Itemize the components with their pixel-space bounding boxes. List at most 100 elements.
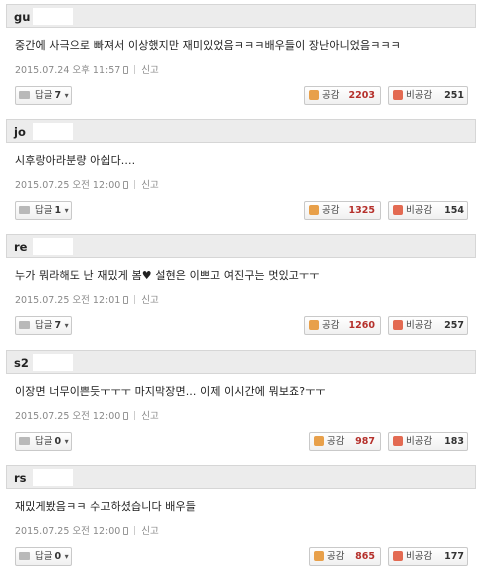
comment-text: 중간에 사극으로 빠져서 이상했지만 재미있었음ㅋㅋㅋ배우들이 장난아니었음ㅋㅋ… [15, 39, 401, 52]
comment-username[interactable]: re [14, 239, 27, 255]
comment-username[interactable]: s2 [14, 355, 29, 371]
comment-item: jo 시후랑아라분량 아쉽다.... 2015.07.25 오전 12:00 신고답글… [6, 119, 476, 225]
dislike-count: 177 [444, 551, 464, 562]
reply-label: 답글 [35, 436, 53, 447]
caret-down-icon: ▾ [62, 91, 69, 100]
meta-divider [134, 65, 136, 74]
reply-label: 답글 [35, 551, 53, 562]
caret-down-icon: ▾ [62, 321, 69, 330]
comment-header: jo [6, 119, 476, 143]
reply-count: 0 [54, 551, 62, 562]
comment-meta: 2015.07.24 오후 11:57 신고 [15, 64, 159, 78]
username-mask [33, 469, 73, 486]
reply-count: 0 [54, 436, 62, 447]
dislike-label: 비공감 [406, 205, 433, 216]
comment-text: 이장면 너무이쁜듯ㅜㅜㅜ 마지막장면... 이제 이시간에 뭐보죠?ㅜㅜ [15, 385, 326, 398]
like-label: 공감 [327, 551, 345, 562]
like-button[interactable]: 공감 2203 [304, 86, 381, 105]
reply-label: 답글 [35, 320, 53, 331]
thumbs-down-icon [393, 551, 403, 561]
username-mask [33, 8, 73, 25]
comment-text: 누가 뭐라해도 난 재밌게 봄♥ 설현은 이쁘고 여진구는 멋있고ㅜㅜ [15, 269, 320, 282]
comment-date: 2015.07.25 오전 12:00 [15, 411, 121, 422]
speech-bubble-icon [19, 552, 30, 560]
comment-meta: 2015.07.25 오전 12:00 신고 [15, 179, 159, 193]
mobile-icon [123, 412, 129, 420]
dislike-count: 251 [444, 90, 464, 101]
like-label: 공감 [327, 436, 345, 447]
like-count: 987 [355, 436, 375, 447]
report-link[interactable]: 신고 [141, 295, 158, 306]
mobile-icon [123, 527, 129, 535]
speech-bubble-icon [19, 437, 30, 445]
caret-down-icon: ▾ [62, 206, 69, 215]
meta-divider [134, 526, 136, 535]
dislike-button[interactable]: 비공감 251 [388, 86, 468, 105]
username-mask [33, 354, 73, 371]
reply-button[interactable]: 답글 0 ▾ [15, 547, 72, 566]
reply-button[interactable]: 답글 7 ▾ [15, 86, 72, 105]
caret-down-icon: ▾ [62, 437, 69, 446]
thumbs-up-icon [314, 551, 324, 561]
comment-item: re 누가 뭐라해도 난 재밌게 봄♥ 설현은 이쁘고 여진구는 멋있고ㅜㅜ 201… [6, 234, 476, 340]
like-count: 1260 [348, 320, 375, 331]
comment-header: rs [6, 465, 476, 489]
thumbs-up-icon [309, 320, 319, 330]
speech-bubble-icon [19, 321, 30, 329]
dislike-count: 257 [444, 320, 464, 331]
dislike-button[interactable]: 비공감 183 [388, 432, 468, 451]
comment-item: gu 중간에 사극으로 빠져서 이상했지만 재미있었음ㅋㅋㅋ배우들이 장난아니었음… [6, 4, 476, 110]
dislike-button[interactable]: 비공감 257 [388, 316, 468, 335]
like-count: 1325 [348, 205, 375, 216]
report-link[interactable]: 신고 [141, 65, 158, 76]
username-mask [33, 123, 73, 140]
report-link[interactable]: 신고 [141, 526, 158, 537]
comment-date: 2015.07.25 오전 12:00 [15, 526, 121, 537]
like-button[interactable]: 공감 1260 [304, 316, 381, 335]
meta-divider [134, 295, 136, 304]
reply-label: 답글 [35, 90, 53, 101]
thumbs-up-icon [314, 436, 324, 446]
like-button[interactable]: 공감 987 [309, 432, 381, 451]
thumbs-down-icon [393, 436, 403, 446]
meta-divider [134, 180, 136, 189]
report-link[interactable]: 신고 [141, 180, 158, 191]
report-link[interactable]: 신고 [141, 411, 158, 422]
comment-username[interactable]: gu [14, 9, 30, 25]
reply-count: 7 [54, 320, 62, 331]
thumbs-up-icon [309, 90, 319, 100]
dislike-button[interactable]: 비공감 177 [388, 547, 468, 566]
username-mask [33, 238, 73, 255]
comment-item: rs 재밌게봤음ㅋㅋ 수고하셨습니다 배우들 2015.07.25 오전 12:00… [6, 465, 476, 567]
dislike-count: 183 [444, 436, 464, 447]
thumbs-down-icon [393, 320, 403, 330]
like-button[interactable]: 공감 865 [309, 547, 381, 566]
mobile-icon [123, 181, 129, 189]
reply-button[interactable]: 답글 7 ▾ [15, 316, 72, 335]
comment-text: 재밌게봤음ㅋㅋ 수고하셨습니다 배우들 [15, 500, 196, 513]
comment-username[interactable]: rs [14, 470, 27, 486]
dislike-button[interactable]: 비공감 154 [388, 201, 468, 220]
comment-username[interactable]: jo [14, 124, 26, 140]
like-count: 865 [355, 551, 375, 562]
comment-date: 2015.07.24 오후 11:57 [15, 65, 121, 76]
reply-button[interactable]: 답글 1 ▾ [15, 201, 72, 220]
like-button[interactable]: 공감 1325 [304, 201, 381, 220]
meta-divider [134, 411, 136, 420]
reply-button[interactable]: 답글 0 ▾ [15, 432, 72, 451]
comment-text: 시후랑아라분량 아쉽다.... [15, 154, 136, 167]
reply-count: 1 [54, 205, 62, 216]
comment-meta: 2015.07.25 오전 12:00 신고 [15, 525, 159, 539]
comment-list: gu 중간에 사극으로 빠져서 이상했지만 재미있었음ㅋㅋㅋ배우들이 장난아니었음… [0, 0, 480, 567]
thumbs-down-icon [393, 90, 403, 100]
dislike-label: 비공감 [406, 551, 433, 562]
caret-down-icon: ▾ [62, 552, 69, 561]
comment-meta: 2015.07.25 오전 12:00 신고 [15, 410, 159, 424]
dislike-count: 154 [444, 205, 464, 216]
comment-meta: 2015.07.25 오전 12:01 신고 [15, 294, 159, 308]
comment-header: re [6, 234, 476, 258]
reply-count: 7 [54, 90, 62, 101]
speech-bubble-icon [19, 206, 30, 214]
dislike-label: 비공감 [406, 436, 433, 447]
like-label: 공감 [322, 90, 340, 101]
